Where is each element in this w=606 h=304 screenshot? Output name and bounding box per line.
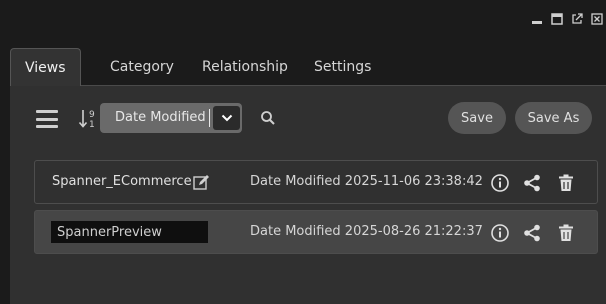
trash-icon[interactable] [555,222,577,244]
sort-field-value: Date Modified [100,109,210,127]
svg-text:1: 1 [89,120,95,130]
sort-field-select[interactable]: Date Modified [100,103,242,133]
views-panel: 9 1 Date Modified Save Save As Spanner_E… [10,86,606,304]
menu-icon[interactable] [36,110,58,128]
maximize-icon[interactable] [550,12,564,26]
view-modified-date: Date Modified 2025-11-06 23:38:42 [250,174,483,189]
trash-icon[interactable] [555,172,577,194]
info-icon[interactable] [489,172,511,194]
view-name-input[interactable] [51,221,208,243]
sort-order-icon[interactable]: 9 1 [78,106,98,132]
window-controls [530,10,604,28]
save-button[interactable]: Save [448,102,506,134]
minimize-icon[interactable] [530,12,544,26]
share-icon[interactable] [521,172,543,194]
popout-icon[interactable] [570,12,584,26]
share-icon[interactable] [521,222,543,244]
tab-bar: Views Category Relationship Settings [10,38,606,87]
view-row[interactable]: Spanner_ECommerce Date Modified 2025-11-… [34,160,598,204]
save-as-button[interactable]: Save As [515,102,592,134]
svg-text:9: 9 [89,110,95,120]
tab-views[interactable]: Views [10,48,81,87]
search-icon[interactable] [260,110,276,126]
tab-relationship[interactable]: Relationship [202,48,288,86]
edit-icon[interactable] [193,174,211,190]
tab-category[interactable]: Category [110,48,174,86]
tab-settings[interactable]: Settings [314,48,371,86]
title-bar [0,0,606,38]
view-name: Spanner_ECommerce [52,174,192,189]
view-modified-date: Date Modified 2025-08-26 21:22:37 [250,224,483,239]
chevron-down-icon[interactable] [213,106,240,130]
view-row-selected[interactable]: Date Modified 2025-08-26 21:22:37 [34,210,598,254]
info-icon[interactable] [489,222,511,244]
close-icon[interactable] [590,12,604,26]
views-toolbar: 9 1 Date Modified Save Save As [10,86,606,150]
